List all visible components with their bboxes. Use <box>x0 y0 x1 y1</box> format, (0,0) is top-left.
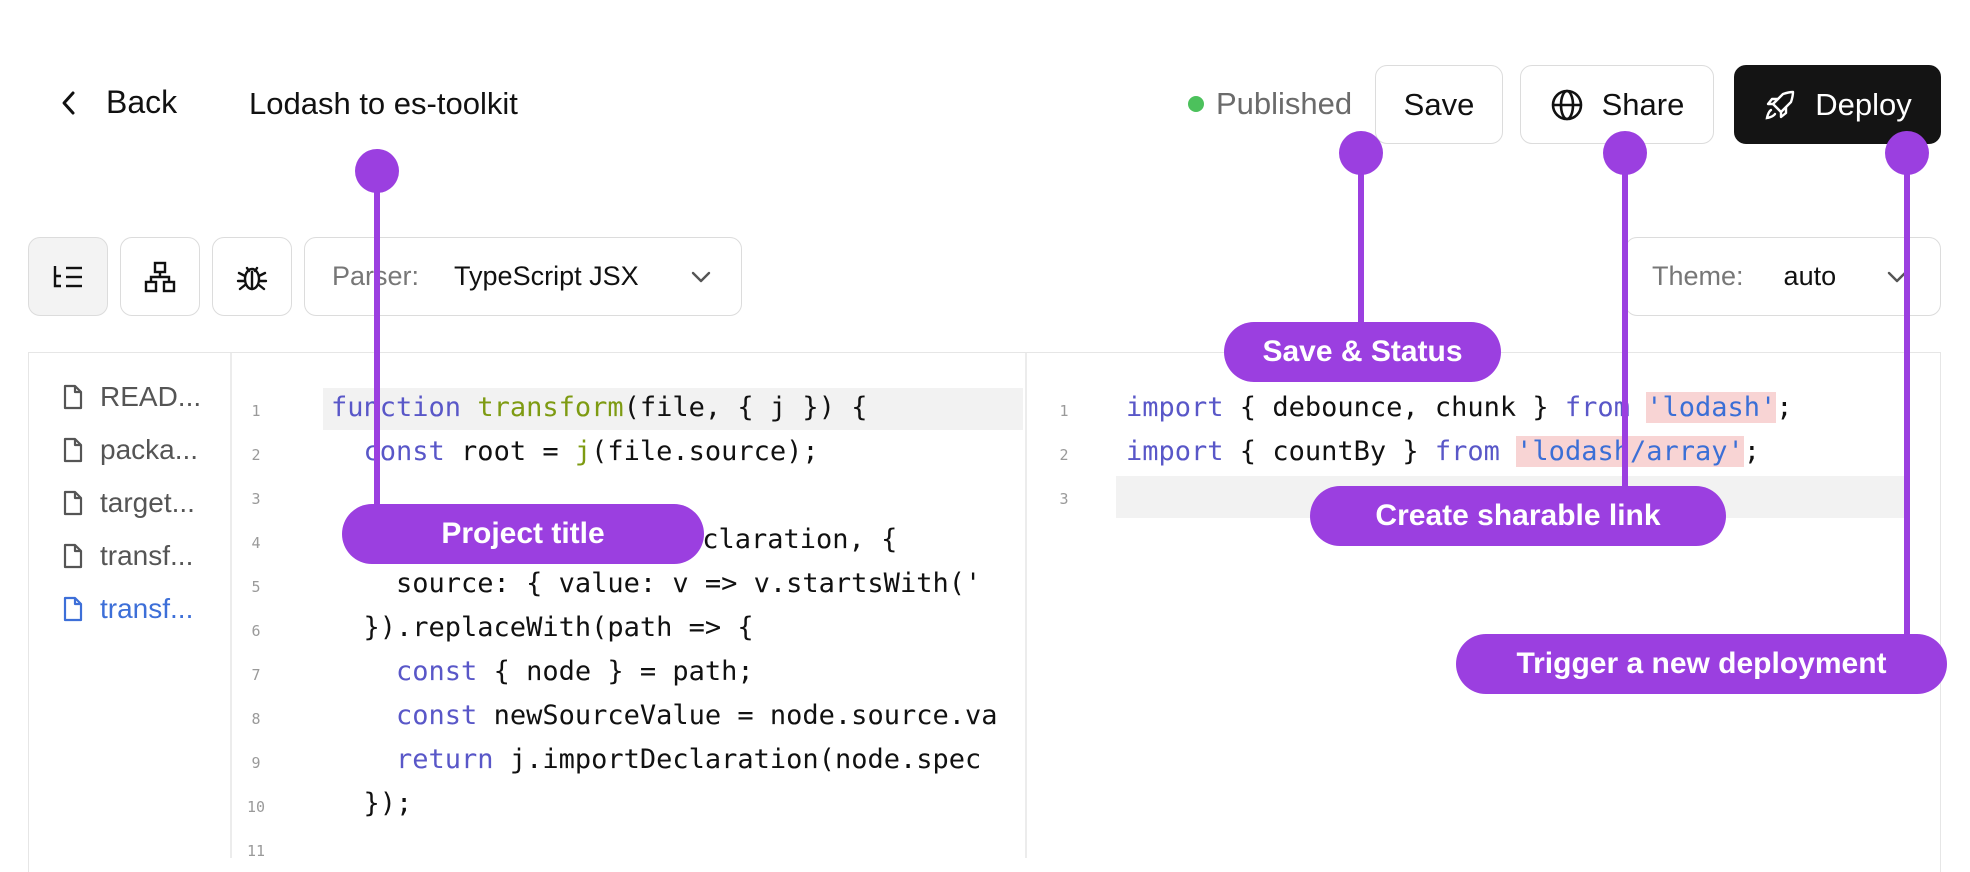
line-number: 10 <box>246 798 266 816</box>
code-line: 1 function transform(file, { j }) { <box>231 388 1023 430</box>
code-text: eclaration, { <box>686 524 898 555</box>
callout-pin <box>1885 131 1929 175</box>
line-number: 6 <box>251 622 261 640</box>
callout-pin <box>1603 131 1647 175</box>
line-number: 7 <box>251 666 261 684</box>
publish-status: Published <box>1188 86 1352 122</box>
chevron-down-icon <box>691 271 711 283</box>
deploy-label: Deploy <box>1815 86 1912 122</box>
code-text: const newSourceValue = node.source.va <box>396 700 998 731</box>
code-text: function transform(file, { j }) { <box>331 392 868 423</box>
line-number: 4 <box>251 534 261 552</box>
code-line: 1 import { debounce, chunk } from 'lodas… <box>1027 388 1942 430</box>
code-line: 11 <box>231 828 1023 858</box>
share-label: Share <box>1601 86 1685 122</box>
parser-value: TypeScript JSX <box>454 261 639 291</box>
file-name: transf... <box>100 540 194 571</box>
code-line: 7 const { node } = path; <box>231 652 1023 694</box>
file-item[interactable]: READ... <box>62 381 201 413</box>
file-icon <box>63 384 83 410</box>
status-dot-icon <box>1188 96 1204 112</box>
code-text: import { debounce, chunk } from 'lodash'… <box>1126 392 1793 423</box>
file-icon <box>63 596 83 622</box>
line-number: 9 <box>251 754 261 772</box>
line-number: 3 <box>251 490 261 508</box>
line-number: 1 <box>251 402 261 420</box>
network-icon <box>144 261 176 292</box>
code-text: }).replaceWith(path => { <box>331 612 754 643</box>
chevron-left-icon <box>62 91 75 114</box>
target-editor[interactable]: 1 import { debounce, chunk } from 'lodas… <box>1025 353 1942 858</box>
line-number: 2 <box>1059 446 1069 464</box>
code-line: 5 source: { value: v => v.startsWith(' <box>231 564 1023 606</box>
file-name: READ... <box>100 381 202 412</box>
ast-view-toggle[interactable] <box>120 237 200 316</box>
callout-share: Create sharable link <box>1310 486 1726 546</box>
code-text: return j.importDeclaration(node.spec <box>396 744 982 775</box>
callout-line <box>1358 150 1364 328</box>
callout-line <box>374 170 380 510</box>
file-name: target... <box>100 487 195 518</box>
line-number: 11 <box>246 842 266 858</box>
file-item[interactable]: packa... <box>62 434 198 466</box>
line-number: 1 <box>1059 402 1069 420</box>
line-number: 2 <box>251 446 261 464</box>
transform-editor[interactable]: 1 function transform(file, { j }) { 2 co… <box>231 353 1023 858</box>
parser-select[interactable]: Parser: TypeScript JSX <box>304 237 742 316</box>
callout-pin <box>355 149 399 193</box>
callout-project-title: Project title <box>342 504 704 564</box>
callout-pin <box>1339 131 1383 175</box>
callout-deploy: Trigger a new deployment <box>1456 634 1947 694</box>
callout-save-status: Save & Status <box>1224 322 1501 382</box>
theme-label: Theme: <box>1652 261 1744 291</box>
rocket-icon <box>1765 90 1795 119</box>
code-line: 2 import { countBy } from 'lodash/array'… <box>1027 432 1942 474</box>
code-text: const root = j(file.source); <box>363 436 819 467</box>
file-icon <box>63 490 83 516</box>
code-text: source: { value: v => v.startsWith(' <box>331 568 982 599</box>
callout-line <box>1622 150 1628 495</box>
bug-icon <box>236 266 268 290</box>
code-line: 2 const root = j(file.source); <box>231 432 1023 474</box>
list-tree-icon <box>53 265 82 287</box>
code-text: }); <box>331 788 413 819</box>
file-tree-toggle[interactable] <box>28 237 108 316</box>
code-text: const { node } = path; <box>396 656 754 687</box>
file-name: transf... <box>100 593 194 624</box>
save-label: Save <box>1403 86 1475 122</box>
line-number: 3 <box>1059 490 1069 508</box>
callout-line <box>1904 150 1910 644</box>
code-line: 9 return j.importDeclaration(node.spec <box>231 740 1023 782</box>
code-line: 8 const newSourceValue = node.source.va <box>231 696 1023 738</box>
project-title[interactable]: Lodash to es-toolkit <box>249 86 518 122</box>
theme-select[interactable]: Theme: auto <box>1625 237 1941 316</box>
file-icon <box>63 543 83 569</box>
theme-value: auto <box>1783 261 1837 291</box>
code-line: 10 }); <box>231 784 1023 826</box>
line-number: 8 <box>251 710 261 728</box>
file-item[interactable]: target... <box>62 487 195 519</box>
file-name: packa... <box>100 434 199 465</box>
line-number: 5 <box>251 578 261 596</box>
back-button[interactable]: Back <box>58 84 177 121</box>
back-label: Back <box>106 84 178 120</box>
save-button[interactable]: Save <box>1375 65 1503 144</box>
status-label: Published <box>1216 86 1353 121</box>
code-line: 6 }).replaceWith(path => { <box>231 608 1023 650</box>
file-item[interactable]: transf... <box>62 540 193 572</box>
file-item-active[interactable]: transf... <box>62 593 193 625</box>
file-icon <box>63 437 83 463</box>
debug-toggle[interactable] <box>212 237 292 316</box>
code-text: import { countBy } from 'lodash/array'; <box>1126 436 1761 467</box>
globe-icon <box>1551 89 1582 120</box>
